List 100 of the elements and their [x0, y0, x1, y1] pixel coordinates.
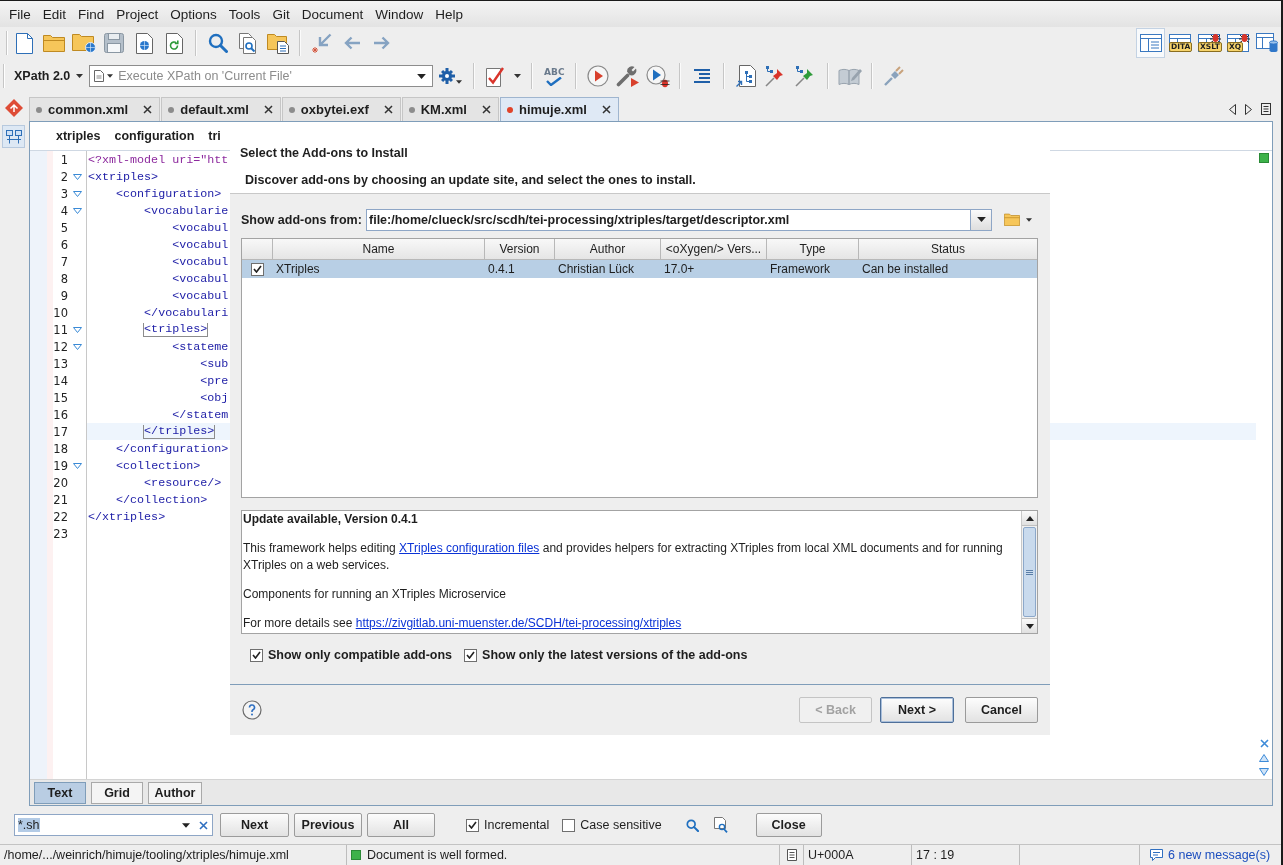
checkbox-label[interactable]: Case sensitive [580, 818, 662, 832]
editor-mode-tab[interactable]: Text [34, 781, 86, 804]
editor-mode-tab[interactable]: Author [148, 781, 202, 804]
dialog-button[interactable]: Next > [880, 697, 954, 723]
menu-item[interactable]: Git [266, 4, 296, 24]
menu-item[interactable]: Project [110, 4, 165, 24]
scrollbar[interactable] [1021, 511, 1037, 633]
dropdown-button[interactable] [970, 209, 991, 230]
find-all-icon[interactable] [713, 817, 728, 833]
file-tab[interactable]: KM.xml [401, 97, 499, 121]
fold-icon[interactable] [72, 326, 82, 333]
fold-icon[interactable] [72, 343, 82, 350]
close-icon[interactable] [143, 105, 153, 114]
menu-item[interactable]: Help [429, 4, 469, 24]
column-header[interactable]: Version [485, 239, 555, 259]
web-document-icon[interactable] [135, 32, 153, 54]
spellcheck-button[interactable]: ABC [539, 62, 570, 90]
checkbox[interactable] [251, 262, 264, 276]
xpath-combo-box[interactable]: Execute XPath on 'Current File' [89, 65, 434, 87]
checkbox[interactable] [562, 818, 576, 832]
wrench-run-icon[interactable] [616, 65, 641, 87]
fold-icon[interactable] [72, 190, 82, 197]
list-icon[interactable] [1261, 103, 1271, 115]
fold-icon[interactable] [72, 207, 82, 214]
close-icon[interactable] [383, 105, 393, 114]
scroll-down-button[interactable] [1022, 618, 1037, 633]
debug-run-icon[interactable] [646, 64, 671, 88]
file-tab[interactable]: himuje.xml [499, 97, 619, 121]
xpath-version-button[interactable]: XPath 2.0 [10, 64, 88, 88]
checkbox-label[interactable]: Show only compatible add-ons [268, 648, 453, 662]
close-icon[interactable] [481, 105, 491, 114]
down-arrow-icon[interactable] [1259, 768, 1269, 776]
find-button[interactable]: All [367, 813, 435, 837]
menu-item[interactable]: Document [295, 4, 370, 24]
menu-item[interactable]: Options [164, 4, 223, 24]
messages-link[interactable]: 6 new message(s) [1168, 848, 1271, 862]
clear-icon[interactable] [199, 820, 208, 830]
editor-mode-tab[interactable]: Grid [91, 781, 143, 804]
menu-item[interactable]: Find [72, 4, 111, 24]
column-header[interactable]: Status [859, 239, 1037, 259]
file-tab[interactable]: oxbytei.exf [281, 97, 401, 121]
checkbox[interactable] [464, 648, 478, 662]
file-tab[interactable]: default.xml [161, 97, 281, 121]
fold-icon[interactable] [72, 173, 82, 180]
checkbox-label[interactable]: Show only the latest versions of the add-ons [482, 648, 748, 662]
caret-icon[interactable] [455, 80, 462, 84]
link[interactable]: https://zivgitlab.uni-muenster.de/SCDH/tei-processing/xtriples [355, 616, 682, 630]
caret-icon[interactable] [182, 822, 190, 828]
run-icon[interactable] [587, 65, 610, 87]
fold-icon[interactable] [72, 462, 82, 469]
caret-icon[interactable] [513, 74, 521, 78]
help-icon[interactable] [242, 700, 262, 720]
caret-icon[interactable] [107, 74, 114, 78]
folder-document-icon[interactable] [267, 32, 289, 54]
document-tree-icon[interactable] [736, 65, 757, 87]
checkbox[interactable] [466, 818, 479, 832]
xpath-field[interactable]: Execute XPath on 'Current File' [116, 69, 415, 83]
left-triangle-icon[interactable] [1229, 103, 1236, 115]
folder-icon[interactable] [43, 34, 65, 52]
gear-icon[interactable] [438, 68, 455, 84]
breadcrumb-item[interactable]: configuration [114, 129, 195, 143]
close-icon[interactable] [263, 105, 273, 114]
caret-icon[interactable] [417, 73, 427, 79]
checkbox-label[interactable]: Incremental [484, 818, 550, 832]
column-header[interactable]: <oXygen/> Vers... [661, 239, 767, 259]
format-indent-icon[interactable] [693, 68, 712, 84]
menu-item[interactable]: Edit [36, 4, 73, 24]
folder-globe-icon[interactable] [72, 33, 96, 53]
scroll-up-button[interactable] [1022, 511, 1037, 526]
column-header[interactable]: Name [273, 239, 485, 259]
dialog-button[interactable]: Cancel [965, 697, 1038, 723]
document-icon[interactable] [786, 849, 797, 861]
search-icon[interactable] [208, 33, 228, 53]
reload-document-icon[interactable] [165, 32, 183, 54]
checkbox[interactable] [250, 648, 263, 662]
caret-icon[interactable] [1026, 217, 1032, 222]
file-tab[interactable]: common.xml [29, 97, 161, 121]
column-header[interactable]: Author [555, 239, 661, 259]
find-button[interactable]: Previous [294, 813, 362, 837]
right-triangle-icon[interactable] [1245, 103, 1252, 115]
validate-icon[interactable] [485, 65, 506, 87]
side-view-button[interactable] [2, 125, 25, 148]
find-button[interactable]: Next [220, 813, 289, 837]
save-icon[interactable] [104, 33, 124, 53]
menu-item[interactable]: Tools [222, 4, 267, 24]
find-field[interactable]: *.sh [14, 814, 213, 836]
perspective-button[interactable] [1136, 28, 1165, 58]
column-header[interactable]: Type [767, 239, 859, 259]
menu-item[interactable]: File [3, 4, 37, 24]
close-button[interactable]: Close [755, 813, 822, 837]
table-row[interactable]: XTriples 0.4.1 Christian Lück 17.0+ Framework Can be installed [242, 260, 1037, 278]
message-icon[interactable] [1150, 849, 1163, 861]
scrollbar-thumb[interactable] [1023, 527, 1036, 617]
search-icon[interactable] [685, 818, 699, 832]
link[interactable]: XTriples configuration files [399, 541, 540, 555]
close-icon[interactable] [601, 105, 611, 114]
breadcrumb-item[interactable]: xtriples [56, 129, 101, 143]
find-in-files-icon[interactable] [238, 32, 258, 54]
menu-item[interactable]: Window [369, 4, 430, 24]
up-arrow-icon[interactable] [1259, 754, 1269, 762]
